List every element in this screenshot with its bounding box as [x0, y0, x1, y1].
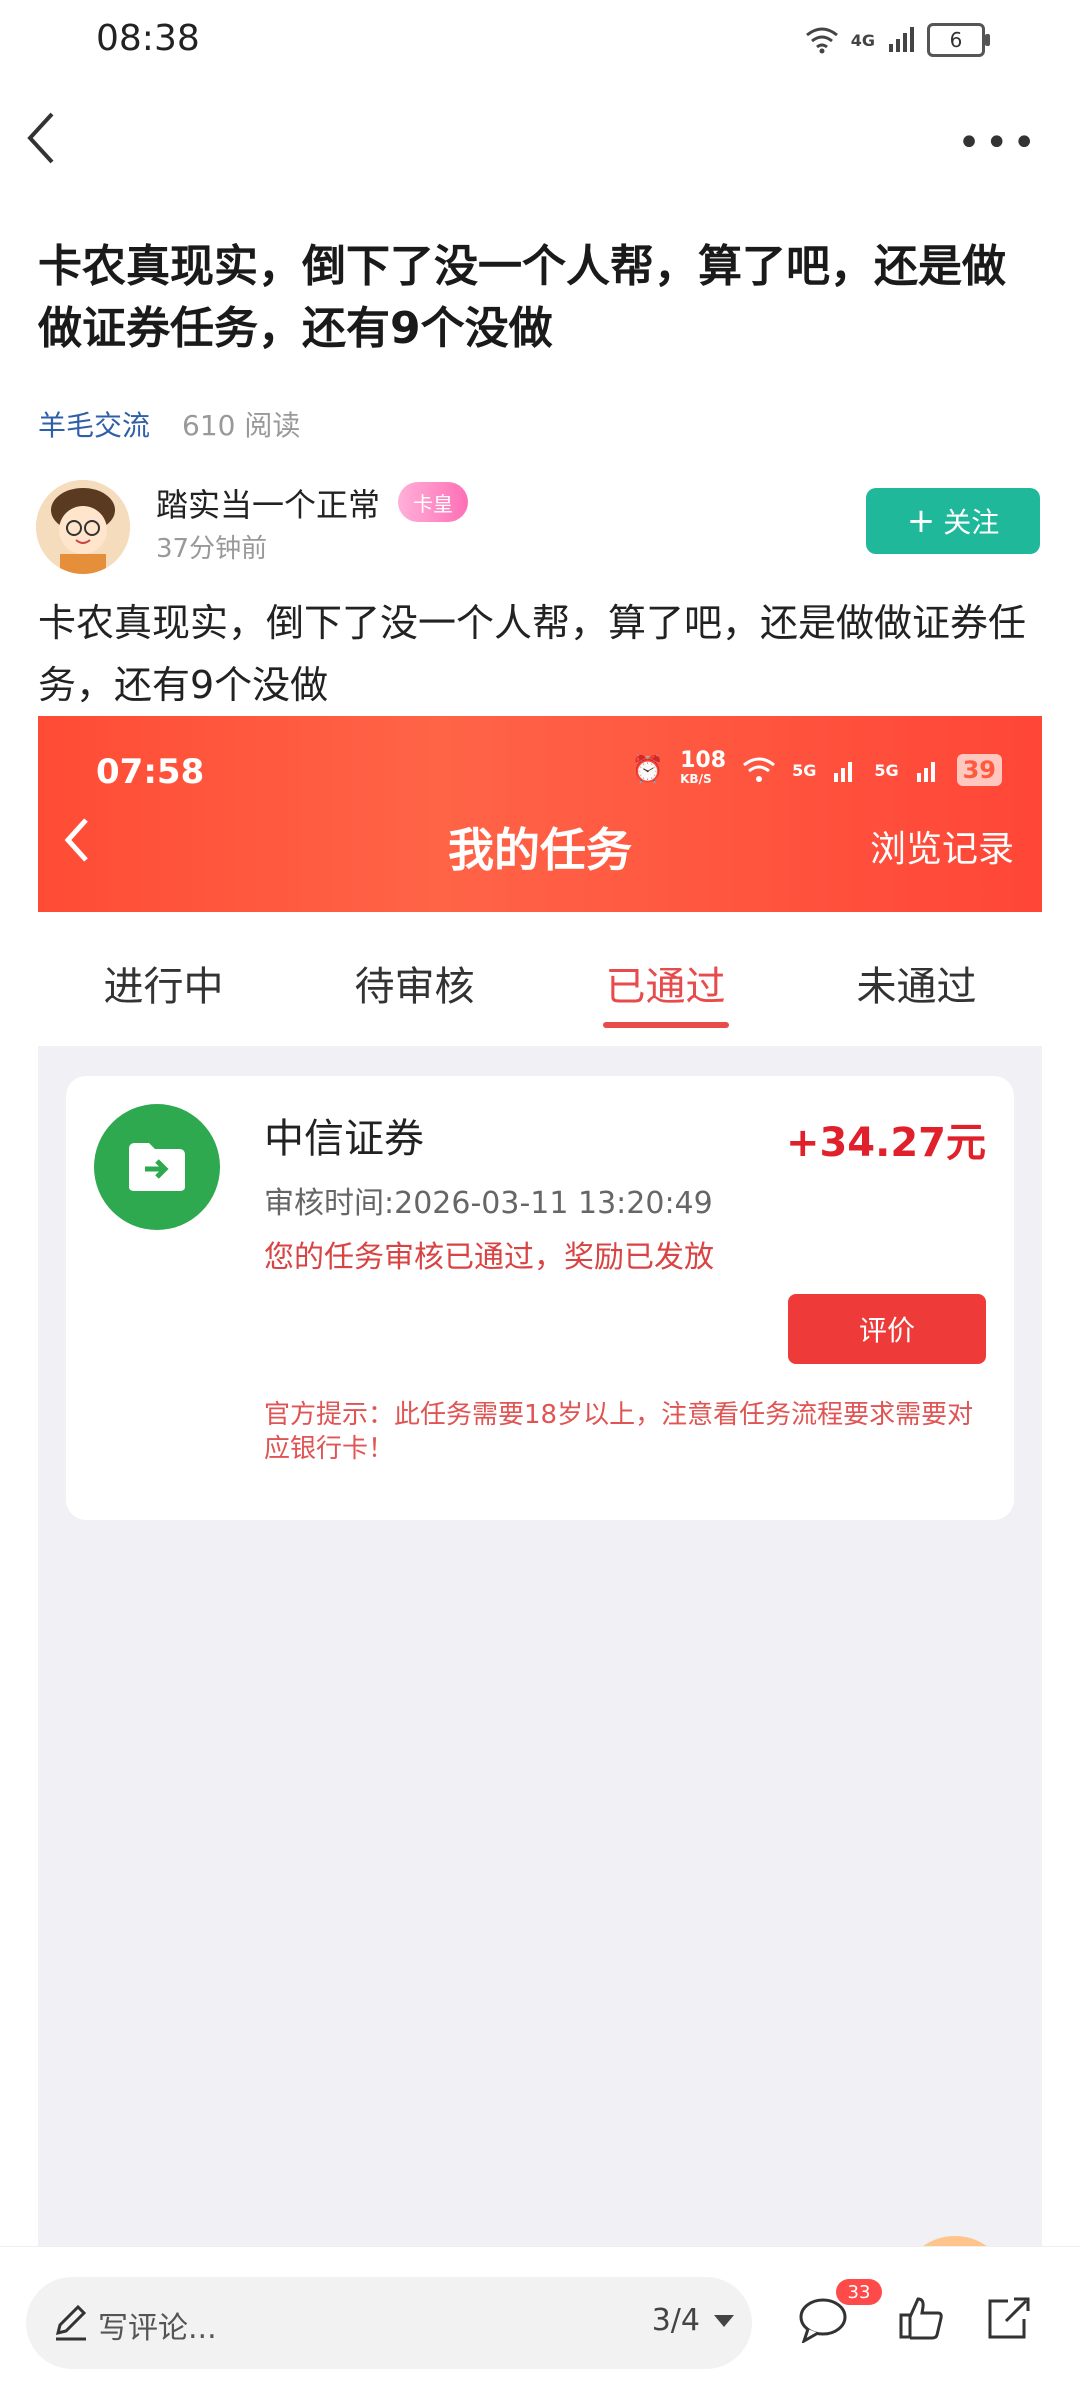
tab-pending-review[interactable]: 待审核 [289, 912, 540, 1046]
plus-icon: + [906, 501, 936, 541]
folder-icon [94, 1104, 220, 1230]
caret-down-icon [714, 2314, 734, 2327]
battery-level: 6 [949, 28, 963, 52]
net-speed: 108 KB/S [680, 748, 727, 788]
author-name[interactable]: 踏实当一个正常 [156, 480, 380, 526]
comment-input[interactable]: 写评论... 3/4 [26, 2277, 752, 2369]
tab-approved[interactable]: 已通过 [540, 912, 791, 1046]
category-link[interactable]: 羊毛交流 [38, 404, 150, 444]
comment-icon[interactable] [798, 2297, 848, 2343]
signal-icon [916, 762, 935, 782]
post-time: 37分钟前 [156, 534, 268, 564]
official-tip: 官方提示：此任务需要18岁以上，注意看任务流程要求需要对应银行卡！ [264, 1400, 974, 1464]
pencil-icon [55, 2304, 87, 2341]
task-card: 中信证券 +34.27元 审核时间:2026-03-11 13:20:49 您的… [66, 1076, 1014, 1520]
chevron-left-icon [27, 112, 54, 164]
page-number: 3/4 [651, 2303, 700, 2338]
bottom-bar: 写评论... 3/4 33 [0, 2246, 1080, 2401]
battery-icon: 6 [927, 23, 990, 57]
browse-history-link[interactable]: 浏览记录 [870, 820, 1014, 872]
embedded-battery: 39 [956, 754, 1002, 786]
author-badge: 卡皇 [398, 482, 468, 522]
signal-icon [889, 27, 914, 52]
embedded-screenshot[interactable]: 07:58 ⏰ 108 KB/S 5G 5G 39 我的任务 浏览记录 进行中 待… [38, 716, 1042, 2246]
signal-5g-1: 5G [792, 760, 817, 780]
tab-in-progress[interactable]: 进行中 [38, 912, 289, 1046]
embedded-status-icons: ⏰ 108 KB/S 5G 5G 39 [631, 748, 1002, 788]
net-speed-unit: KB/S [680, 772, 712, 786]
net-speed-value: 108 [680, 748, 727, 773]
approval-message: 您的任务审核已通过，奖励已发放 [264, 1240, 714, 1275]
embedded-header: 07:58 ⏰ 108 KB/S 5G 5G 39 我的任务 浏览记录 [38, 716, 1042, 912]
status-time: 08:38 [96, 18, 200, 59]
follow-label: 关注 [943, 506, 1000, 539]
share-icon[interactable] [984, 2295, 1030, 2341]
thumbs-up-icon[interactable] [898, 2295, 944, 2341]
comment-count-badge: 33 [836, 2279, 882, 2305]
back-button[interactable] [22, 108, 62, 168]
task-company: 中信证券 [264, 1116, 424, 1162]
signal-5g-2: 5G [874, 760, 899, 780]
review-time: 审核时间:2026-03-11 13:20:49 [264, 1186, 713, 1221]
image-page-indicator[interactable]: 3/4 [652, 2303, 734, 2338]
alarm-icon: ⏰ [631, 755, 665, 785]
badge-label: 卡皇 [413, 491, 453, 516]
task-reward-amount: +34.27元 [785, 1120, 986, 1166]
tab-rejected[interactable]: 未通过 [791, 912, 1042, 1046]
comment-placeholder: 写评论... [98, 2311, 217, 2346]
avatar-image [36, 480, 130, 574]
wifi-icon [805, 27, 838, 54]
more-dots-icon: ••• [957, 120, 1040, 166]
signal-icon [834, 762, 853, 782]
read-count: 610 阅读 [182, 409, 301, 442]
follow-button[interactable]: + 关注 [866, 488, 1040, 554]
post-title: 卡农真现实，倒下了没一个人帮，算了吧，还是做做证券任务，还有9个没做 [38, 241, 1006, 354]
wifi-icon [743, 757, 775, 782]
rate-button[interactable]: 评价 [788, 1294, 986, 1364]
task-tabs: 进行中 待审核 已通过 未通过 [38, 912, 1042, 1046]
post-body: 卡农真现实，倒下了没一个人帮，算了吧，还是做做证券任务，还有9个没做 [38, 601, 1027, 707]
avatar[interactable] [36, 480, 130, 574]
network-type: 4G [850, 30, 875, 50]
embedded-status-time: 07:58 [96, 752, 205, 792]
more-options-button[interactable]: ••• [957, 120, 1040, 166]
status-icons: 4G 6 [805, 18, 990, 62]
